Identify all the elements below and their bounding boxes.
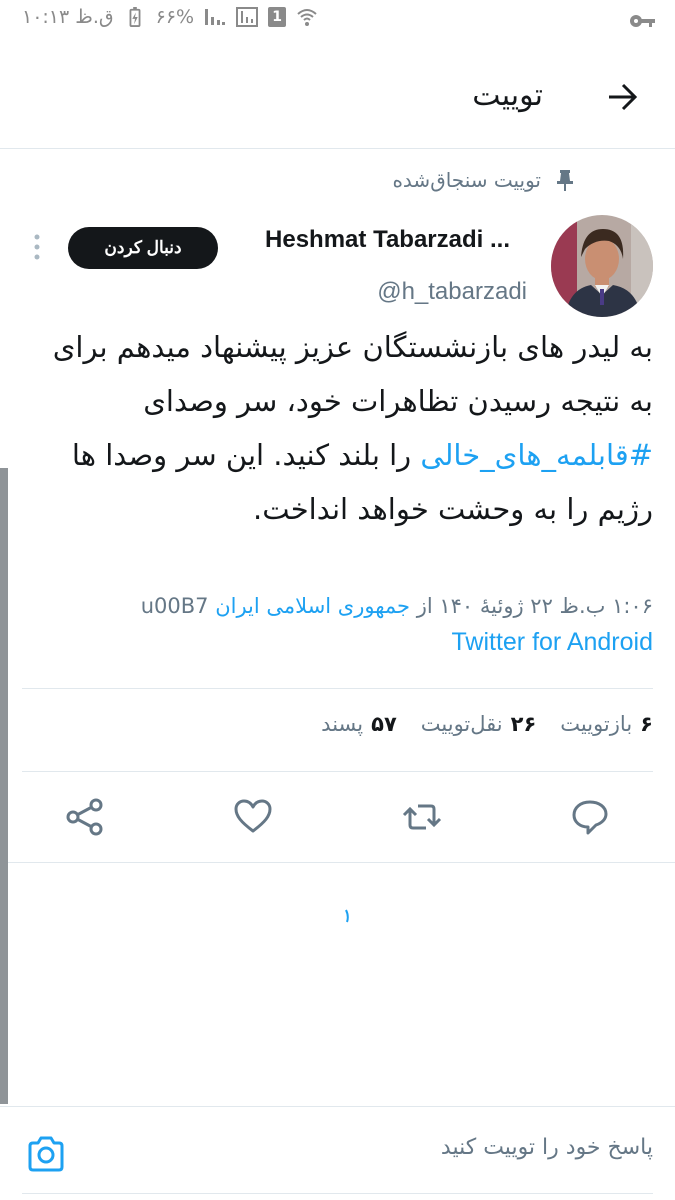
- stat-likes-label: پسند: [321, 712, 364, 736]
- top-bar: توییت: [0, 50, 675, 146]
- signal-icon-2: [236, 7, 259, 27]
- pinned-text: توییت سنجاق‌شده: [392, 168, 541, 192]
- author-handle[interactable]: @h_tabarzadi: [377, 278, 527, 306]
- status-bar: ۱۰:۱۳ ق.ظ ۶۶% 1: [0, 0, 675, 44]
- pinned-label: توییت سنجاق‌شده: [392, 168, 575, 192]
- actions-divider: [8, 862, 675, 863]
- reply-underline: [22, 1193, 653, 1194]
- signal-icon: [205, 9, 226, 25]
- reply-input[interactable]: [133, 1135, 653, 1160]
- retweet-icon[interactable]: [402, 797, 442, 837]
- hashtag-link[interactable]: #قابلمه_های_خالی: [420, 438, 653, 472]
- tweet-source[interactable]: Twitter for Android: [452, 628, 653, 657]
- tweet-stats: ۶ بازتوییت ۲۶ نقل‌توییت ۵۷ پسند: [321, 712, 653, 736]
- meta-divider: [22, 688, 653, 689]
- more-options-icon[interactable]: [33, 232, 41, 262]
- reply-icon[interactable]: [570, 797, 610, 837]
- tweet-meta: ۱:۰۶ ب.ظ ۲۲ ژوئیهٔ ۱۴۰ از جمهوری اسلامی …: [13, 594, 653, 618]
- tweet-time-date: ۱:۰۶ ب.ظ ۲۲ ژوئیهٔ ۱۴۰ از: [410, 594, 653, 618]
- battery-level: ۶۶%: [155, 6, 195, 28]
- battery-icon: [129, 7, 141, 27]
- tweet-location[interactable]: جمهوری اسلامی ایران: [215, 594, 410, 618]
- status-time: ۱۰:۱۳ ق.ظ: [22, 6, 114, 28]
- author-name[interactable]: Heshmat Tabarzadi ...: [265, 226, 510, 254]
- status-indicators: ۱۰:۱۳ ق.ظ ۶۶% 1: [22, 6, 318, 28]
- stat-quotes[interactable]: ۲۶ نقل‌توییت: [421, 712, 537, 736]
- pin-icon: [557, 170, 573, 191]
- page-title: توییت: [472, 78, 543, 113]
- stat-likes[interactable]: ۵۷ پسند: [321, 712, 397, 736]
- back-arrow-icon[interactable]: [605, 80, 639, 114]
- wifi-icon: [297, 9, 317, 26]
- meta-separator: u00B7: [140, 594, 216, 618]
- stat-retweets[interactable]: ۶ بازتوییت: [560, 712, 653, 736]
- tweet-text: به لیدر های بازنشستگان عزیز پیشنهاد میده…: [33, 320, 653, 536]
- loading-spinner-icon: [345, 909, 349, 923]
- stat-retweets-count: ۶: [640, 712, 653, 736]
- stat-likes-count: ۵۷: [371, 712, 397, 736]
- avatar[interactable]: [551, 215, 653, 317]
- stat-quotes-count: ۲۶: [510, 712, 537, 736]
- like-heart-icon[interactable]: [233, 797, 273, 837]
- stat-retweets-label: بازتوییت: [560, 712, 633, 736]
- sim-icon: 1: [268, 7, 287, 27]
- vpn-key-icon: [630, 15, 655, 27]
- follow-button[interactable]: دنبال کردن: [68, 227, 218, 269]
- tweet-text-part-1: به لیدر های بازنشستگان عزیز پیشنهاد میده…: [52, 330, 653, 418]
- share-icon[interactable]: [65, 797, 105, 837]
- scroll-indicator[interactable]: [0, 468, 8, 1104]
- stats-divider: [22, 771, 653, 772]
- reply-composer: [0, 1106, 675, 1200]
- stat-quotes-label: نقل‌توییت: [420, 712, 503, 736]
- camera-icon[interactable]: [26, 1135, 66, 1173]
- header-divider: [0, 148, 675, 149]
